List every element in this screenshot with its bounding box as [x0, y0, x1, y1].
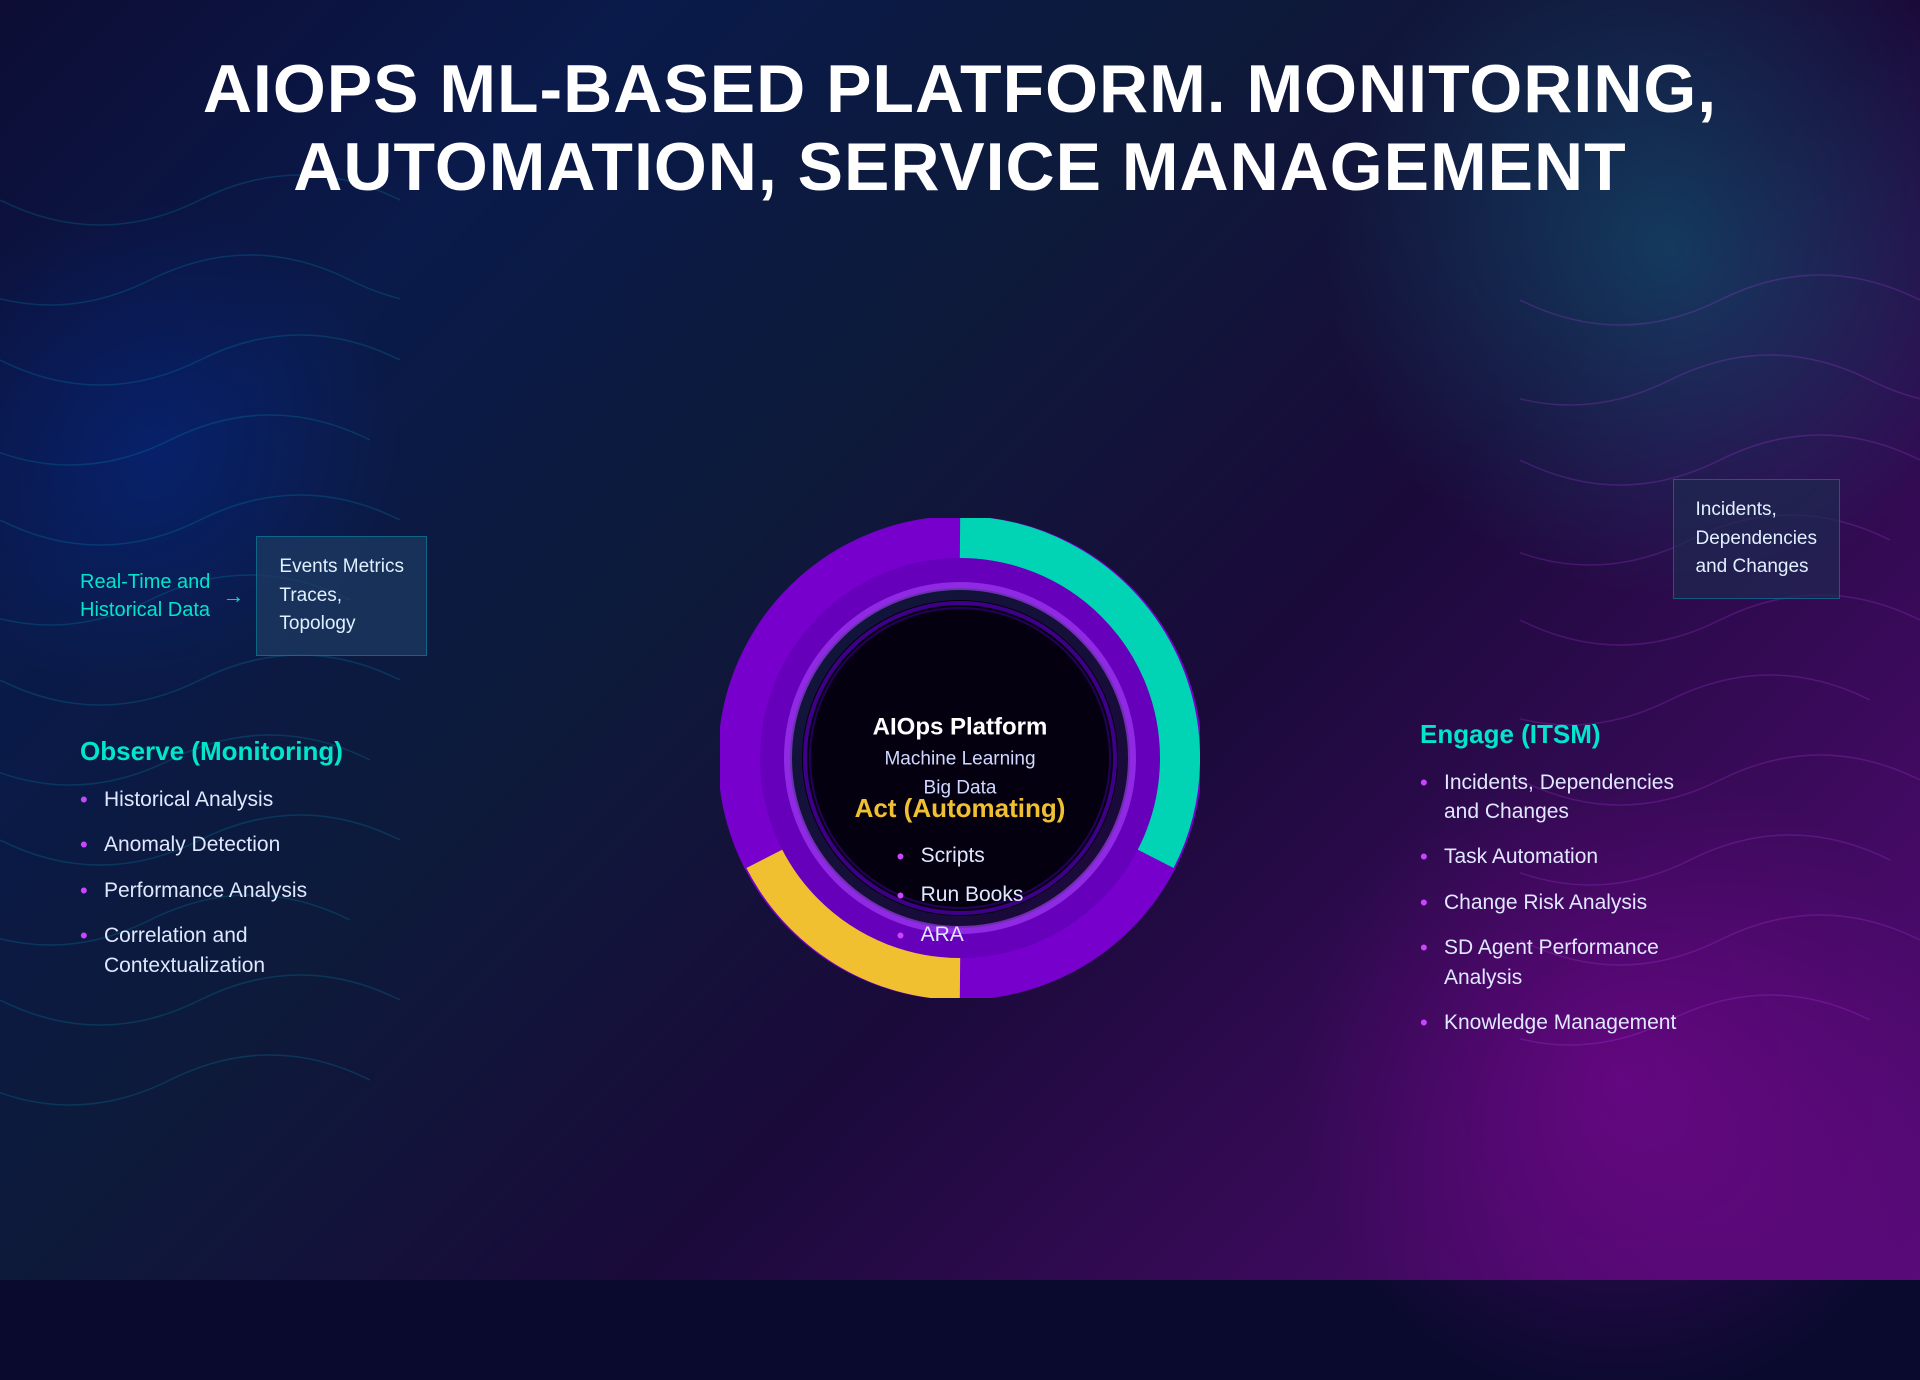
events-metrics-box: Events MetricsTraces,Topology [256, 536, 427, 656]
list-item: SD Agent PerformanceAnalysis [1420, 933, 1840, 992]
engage-top: Incidents,Dependenciesand Changes [1420, 479, 1840, 659]
list-item: Anomaly Detection [80, 830, 460, 859]
data-flow-label: Real-Time andHistorical Data [80, 568, 210, 624]
arrow-icon: → [222, 583, 244, 609]
observe-title: Observe (Monitoring) [80, 736, 460, 767]
page-title: AIOPS ML-BASED PLATFORM. MONITORING, AUT… [103, 0, 1817, 236]
list-item: Task Automation [1420, 842, 1840, 871]
center-circle-section: AIOps Platform Machine Learning Big Data… [720, 518, 1200, 998]
engage-title: Engage (ITSM) [1420, 719, 1840, 750]
list-item: Knowledge Management [1420, 1008, 1840, 1037]
engage-section: Engage (ITSM) Incidents, Dependenciesand… [1420, 719, 1840, 1038]
act-list: Scripts Run Books ARA [897, 840, 1024, 959]
act-section: Act (Automating) Scripts Run Books ARA [760, 793, 1160, 959]
ml-label: Machine Learning [873, 746, 1048, 775]
incidents-box: Incidents,Dependenciesand Changes [1673, 479, 1840, 599]
observe-section: Observe (Monitoring) Historical Analysis… [80, 736, 460, 980]
main-content: AIOPS ML-BASED PLATFORM. MONITORING, AUT… [0, 0, 1920, 1280]
diagram-area: Real-Time andHistorical Data → Events Me… [0, 236, 1920, 1280]
engage-list: Incidents, Dependenciesand Changes Task … [1420, 768, 1840, 1038]
right-section: Incidents,Dependenciesand Changes Engage… [1420, 236, 1840, 1280]
circle-center-text: AIOps Platform Machine Learning Big Data [873, 714, 1048, 803]
left-section: Real-Time andHistorical Data → Events Me… [80, 236, 460, 1280]
list-item: Historical Analysis [80, 785, 460, 814]
data-flow: Real-Time andHistorical Data → Events Me… [80, 536, 460, 656]
list-item: Incidents, Dependenciesand Changes [1420, 768, 1840, 827]
list-item: Change Risk Analysis [1420, 888, 1840, 917]
list-item: Correlation andContextualization [80, 921, 460, 980]
platform-label: AIOps Platform [873, 714, 1048, 742]
act-title: Act (Automating) [760, 793, 1160, 824]
list-item: Performance Analysis [80, 876, 460, 905]
observe-list: Historical Analysis Anomaly Detection Pe… [80, 785, 460, 980]
list-item: Run Books [897, 879, 1024, 911]
list-item: ARA [897, 919, 1024, 951]
list-item: Scripts [897, 840, 1024, 872]
